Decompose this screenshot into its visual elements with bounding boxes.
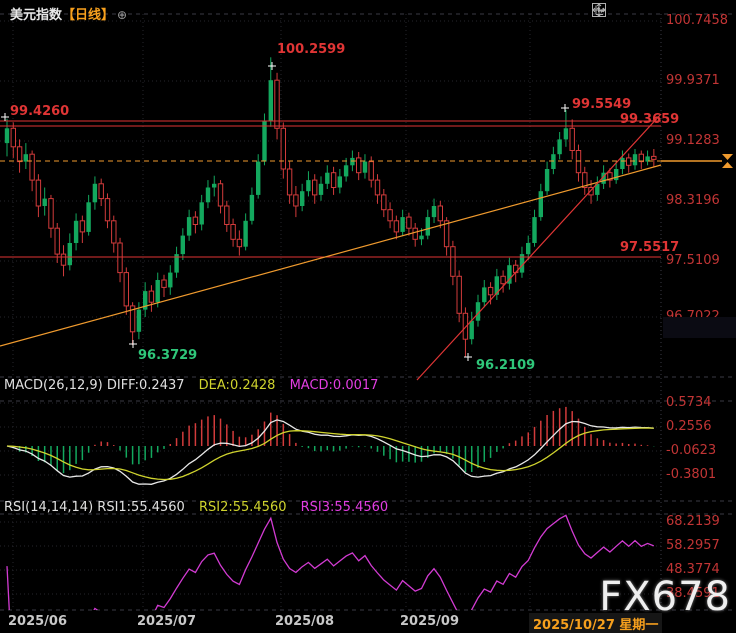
- watermark: FX678: [599, 574, 731, 620]
- cross-markers: [1, 62, 569, 361]
- reset-axis-icon[interactable]: [643, 3, 657, 17]
- chart-title: 美元指数【日线】⊕: [10, 4, 127, 23]
- chart-toolbar: [592, 3, 657, 17]
- rsi-header: RSI(14,14,14) RSI1:55.4560 RSI2:55.4560 …: [4, 500, 388, 515]
- redaction-box: [663, 317, 736, 338]
- rsi2-value: RSI2:55.4560: [199, 500, 287, 515]
- price-axis-tick: 98.3196: [666, 193, 720, 208]
- macd-dea-value: DEA:0.2428: [199, 378, 276, 393]
- swing-price-label: 99.4260: [10, 104, 69, 119]
- price-axis-tick: 99.1283: [666, 133, 720, 148]
- timeframe-label: 【日线】: [62, 8, 114, 23]
- price-axis-tick: 99.9371: [666, 73, 720, 88]
- macd-label-diff: MACD(26,12,9) DIFF:0.2437: [4, 378, 185, 393]
- symbol-name: 美元指数: [10, 8, 62, 23]
- rsi-axis-tick: 58.2957: [666, 538, 720, 553]
- macd-axis-tick: -0.0623: [666, 443, 716, 458]
- zoom-y-axis-icon[interactable]: [609, 3, 623, 17]
- chart-application: 100.745899.937199.128398.319697.510996.7…: [0, 0, 736, 633]
- macd-series: [7, 407, 654, 484]
- macd-value: MACD:0.0017: [290, 378, 379, 393]
- price-axis-tick: 100.7458: [666, 13, 728, 28]
- rsi-axis-tick: 68.2139: [666, 514, 720, 529]
- swing-price-label: 99.3659: [620, 112, 679, 127]
- date-label: 2025/07: [137, 614, 196, 629]
- date-label: 2025/06: [8, 614, 67, 629]
- swing-price-label: 96.3729: [138, 348, 197, 363]
- macd-axis-tick: 0.2556: [666, 419, 712, 434]
- zoom-x-axis-icon[interactable]: [626, 3, 640, 17]
- rsi3-value: RSI3:55.4560: [301, 500, 389, 515]
- swing-price-label: 99.5549: [572, 97, 631, 112]
- chart-canvas[interactable]: [0, 0, 736, 633]
- rsi1-label: RSI(14,14,14) RSI1:55.4560: [4, 500, 185, 515]
- swing-price-label: 97.5517: [620, 240, 679, 255]
- candlestick-series: [5, 57, 656, 357]
- swing-price-label: 96.2109: [476, 358, 535, 373]
- macd-header: MACD(26,12,9) DIFF:0.2437 DEA:0.2428 MAC…: [4, 378, 378, 393]
- date-label: 2025/08: [275, 614, 334, 629]
- swing-price-label: 100.2599: [277, 42, 345, 57]
- price-axis-tick: 97.5109: [666, 253, 720, 268]
- date-label: 2025/09: [400, 614, 459, 629]
- collapse-icon[interactable]: ⊕: [117, 8, 127, 22]
- macd-axis-tick: -0.3801: [666, 467, 716, 482]
- macd-axis-tick: 0.5734: [666, 395, 712, 410]
